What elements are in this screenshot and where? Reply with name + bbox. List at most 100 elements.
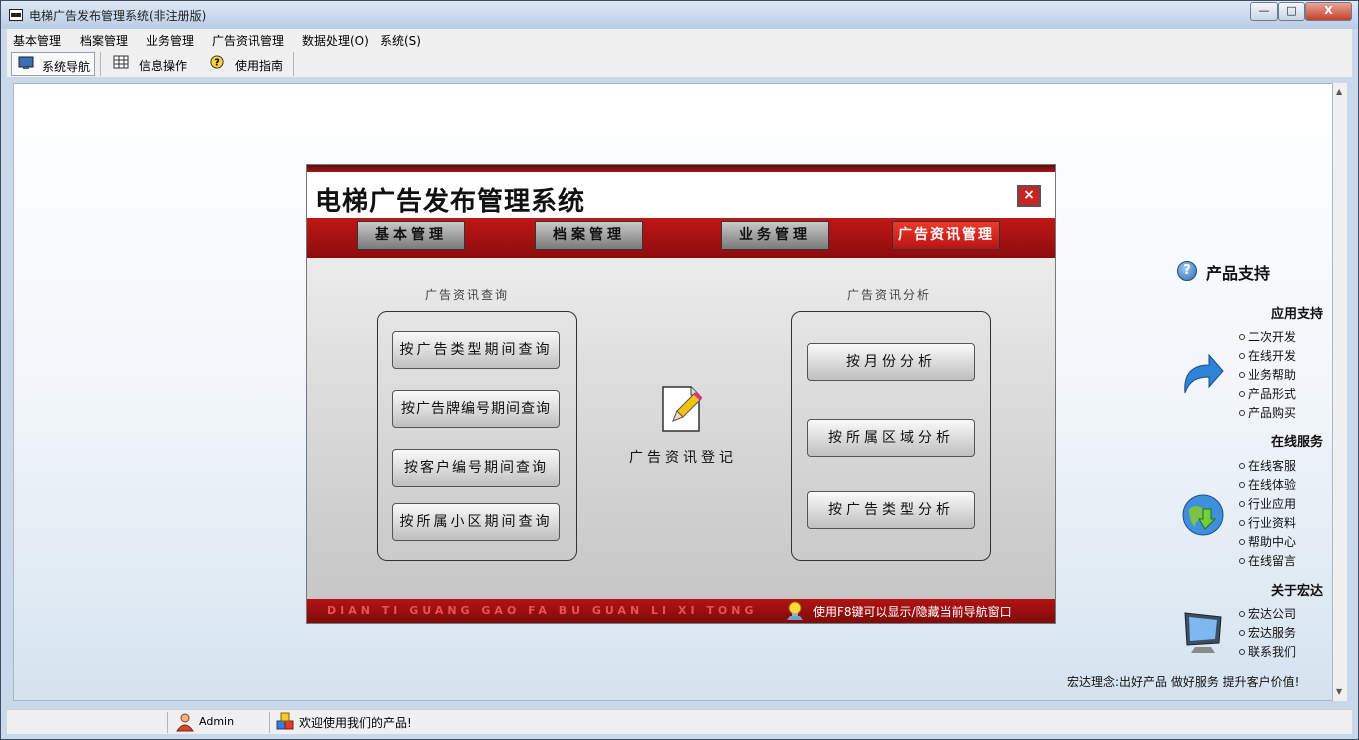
navigation-panel: 电梯广告发布管理系统 × 基本管理 档案管理 业务管理 广告资讯管理 广告资讯查…	[306, 164, 1056, 624]
cubes-icon	[276, 712, 294, 730]
maximize-button[interactable]: □	[1278, 2, 1305, 21]
status-bar: Admin 欢迎使用我们的产品!	[7, 709, 1352, 734]
query-by-community-button[interactable]: 按所属小区期间查询	[392, 503, 560, 541]
support-link-label: 产品形式	[1248, 387, 1297, 401]
support-link-label: 在线开发	[1248, 349, 1297, 363]
support-link[interactable]: 二次开发	[1239, 328, 1296, 345]
panel-tab-archive[interactable]: 档案管理	[535, 221, 643, 250]
bullet-icon	[1239, 558, 1245, 564]
arrow-icon	[1184, 353, 1224, 394]
support-link[interactable]: 宏达公司	[1239, 605, 1296, 622]
support-link-label: 宏达公司	[1248, 607, 1297, 621]
support-link-label: 在线留言	[1248, 554, 1297, 568]
scroll-up-icon[interactable]: ▲	[1336, 87, 1342, 96]
tab-info-ops[interactable]: 信息操作	[107, 52, 191, 76]
help-circle-icon: ?	[1177, 261, 1197, 281]
support-link[interactable]: 行业应用	[1239, 495, 1296, 512]
support-link-label: 帮助中心	[1248, 535, 1297, 549]
ad-register-label[interactable]: 广告资讯登记	[629, 447, 737, 467]
support-link[interactable]: 业务帮助	[1239, 366, 1296, 383]
toolbar-separator	[100, 52, 101, 76]
support-link-label: 行业资料	[1248, 516, 1297, 530]
panel-tab-ad-info[interactable]: 广告资讯管理	[892, 221, 1000, 250]
bullet-icon	[1239, 520, 1245, 526]
lightbulb-icon	[787, 601, 803, 620]
bullet-icon	[1239, 482, 1245, 488]
panel-top-stripe	[307, 165, 1055, 172]
panel-header: 电梯广告发布管理系统 ×	[307, 172, 1055, 218]
bullet-icon	[1239, 463, 1245, 469]
analyze-by-ad-type-button[interactable]: 按广告类型分析	[807, 491, 975, 529]
status-user: Admin	[199, 715, 235, 728]
support-link[interactable]: 联系我们	[1239, 643, 1296, 660]
bullet-icon	[1239, 611, 1245, 617]
document-pencil-icon[interactable]	[659, 383, 703, 435]
bullet-icon	[1239, 630, 1245, 636]
app-icon	[9, 9, 23, 21]
tab-info-ops-label: 信息操作	[139, 59, 188, 73]
minimize-button[interactable]: —	[1250, 2, 1278, 21]
panel-tab-bar: 基本管理 档案管理 业务管理 广告资讯管理	[307, 218, 1055, 258]
panel-tab-basic[interactable]: 基本管理	[357, 221, 465, 250]
menu-ad-info[interactable]: 广告资讯管理	[212, 32, 284, 49]
support-link[interactable]: 在线开发	[1239, 347, 1296, 364]
footer-tip: 使用F8键可以显示/隐藏当前导航窗口	[813, 605, 1012, 619]
support-section-online: 在线服务	[1271, 435, 1324, 450]
bullet-icon	[1239, 353, 1245, 359]
query-group-title: 广告资讯查询	[425, 288, 510, 302]
user-icon	[176, 713, 194, 732]
analyze-by-month-button[interactable]: 按月份分析	[807, 343, 975, 381]
help-icon: ?	[210, 55, 224, 69]
support-link[interactable]: 产品形式	[1239, 385, 1296, 402]
vertical-scrollbar[interactable]: ▲ ▼	[1333, 83, 1347, 701]
support-link[interactable]: 在线留言	[1239, 552, 1296, 569]
query-by-board-number-button[interactable]: 按广告牌编号期间查询	[392, 390, 560, 428]
support-link[interactable]: 帮助中心	[1239, 533, 1296, 550]
monitor-icon	[18, 56, 34, 69]
support-section-app: 应用支持	[1271, 307, 1324, 322]
support-title: 产品支持	[1206, 264, 1271, 283]
scroll-down-icon[interactable]: ▼	[1336, 687, 1342, 696]
toolbar: 系统导航 信息操作 ? 使用指南	[7, 50, 1352, 78]
support-link[interactable]: 产品购买	[1239, 404, 1296, 421]
close-window-button[interactable]: X	[1305, 2, 1352, 21]
menu-archive[interactable]: 档案管理	[80, 32, 128, 49]
support-link[interactable]: 行业资料	[1239, 514, 1296, 531]
panel-footer: DIAN TI GUANG GAO FA BU GUAN LI XI TONG …	[307, 599, 1055, 623]
status-separator	[269, 712, 270, 733]
globe-icon	[1182, 494, 1224, 536]
status-welcome: 欢迎使用我们的产品!	[299, 716, 412, 730]
menu-bar: 基本管理 档案管理 业务管理 广告资讯管理 数据处理(O) 系统(S)	[7, 29, 1352, 50]
title-bar[interactable]: 电梯广告发布管理系统(非注册版) — □ X	[1, 1, 1358, 29]
bullet-icon	[1239, 334, 1245, 340]
support-link-label: 在线客服	[1248, 459, 1297, 473]
menu-business[interactable]: 业务管理	[146, 32, 194, 49]
panel-tab-business[interactable]: 业务管理	[721, 221, 829, 250]
query-by-customer-number-button[interactable]: 按客户编号期间查询	[392, 449, 560, 487]
analyze-by-region-button[interactable]: 按所属区域分析	[807, 419, 975, 457]
grid-icon	[113, 55, 129, 69]
support-link-label: 二次开发	[1248, 330, 1297, 344]
bullet-icon	[1239, 649, 1245, 655]
tab-system-nav[interactable]: 系统导航	[11, 52, 95, 76]
svg-text:?: ?	[214, 58, 220, 69]
support-link-label: 在线体验	[1248, 478, 1297, 492]
menu-basic[interactable]: 基本管理	[13, 32, 61, 49]
monitor-icon	[1184, 612, 1222, 653]
panel-title: 电梯广告发布管理系统	[315, 187, 586, 217]
panel-close-button[interactable]: ×	[1017, 185, 1041, 207]
menu-system[interactable]: 系统(S)	[380, 32, 421, 49]
toolbar-separator	[293, 52, 294, 76]
menu-data[interactable]: 数据处理(O)	[302, 32, 369, 49]
support-link[interactable]: 在线客服	[1239, 457, 1296, 474]
status-separator	[167, 712, 168, 733]
bullet-icon	[1239, 391, 1245, 397]
query-by-ad-type-button[interactable]: 按广告类型期间查询	[392, 331, 560, 369]
support-link-label: 业务帮助	[1248, 368, 1297, 382]
bullet-icon	[1239, 410, 1245, 416]
support-link-label: 行业应用	[1248, 497, 1297, 511]
support-link[interactable]: 宏达服务	[1239, 624, 1296, 641]
bullet-icon	[1239, 372, 1245, 378]
tab-user-guide[interactable]: ? 使用指南	[203, 52, 287, 76]
support-link[interactable]: 在线体验	[1239, 476, 1296, 493]
